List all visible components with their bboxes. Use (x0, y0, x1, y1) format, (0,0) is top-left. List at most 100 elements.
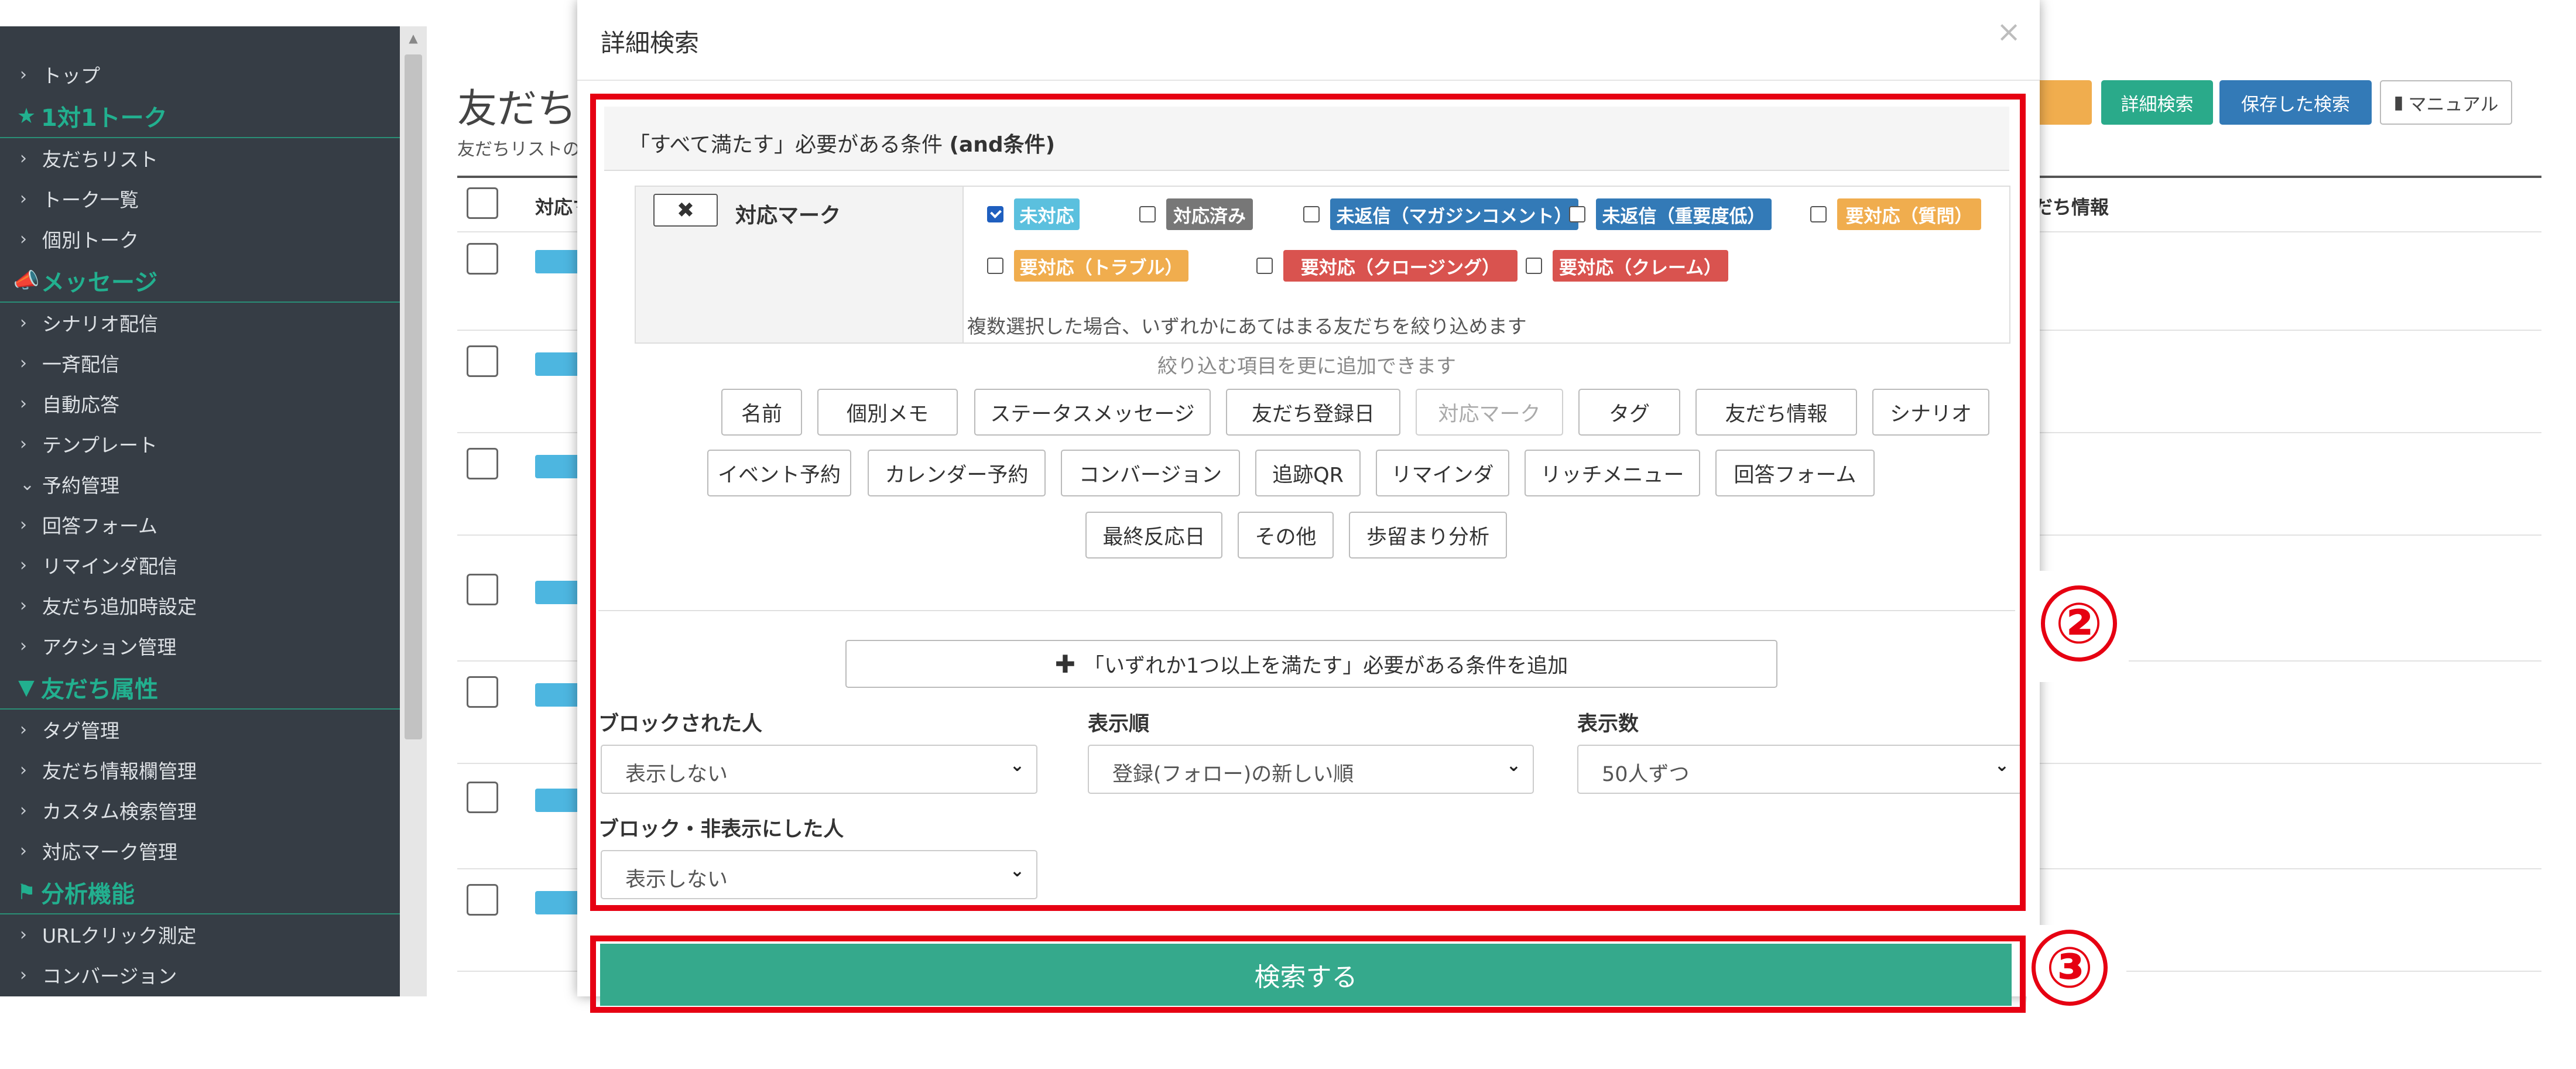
sidebar-item-label: 友だちリスト (42, 148, 158, 171)
sidebar-item-14[interactable]: › アクション管理 (0, 626, 400, 666)
status-badge (535, 789, 582, 812)
row-checkbox[interactable] (467, 884, 498, 916)
sidebar-item-label: コンバージョン (42, 965, 177, 988)
sidebar-item-9[interactable]: › テンプレート (0, 424, 400, 464)
modal-title: 詳細検索 (601, 29, 700, 57)
row-checkbox[interactable] (467, 448, 498, 479)
sidebar-item-label: 自動応答 (42, 393, 119, 416)
sidebar-item-21[interactable]: › URLクリック測定 (0, 914, 400, 954)
highlight-box-3 (590, 936, 2026, 1013)
column-header-friend-info: だち情報 (2034, 196, 2109, 218)
highlight-box-2 (590, 94, 2026, 911)
sidebar-section-15[interactable]: ▼ 友だち属性 (0, 666, 400, 710)
sidebar-item-label: 対応マーク管理 (42, 841, 177, 864)
sidebar-item-13[interactable]: › 友だち追加時設定 (0, 585, 400, 625)
chevron-right-icon: › (20, 595, 27, 616)
sidebar-item-8[interactable]: › 自動応答 (0, 383, 400, 423)
sidebar-section-20[interactable]: ⚑ 分析機能 (0, 871, 400, 914)
chevron-right-icon: › (20, 352, 27, 374)
row-checkbox[interactable] (467, 345, 498, 377)
manual-label: マニュアル (2408, 94, 2499, 115)
sidebar-scrollbar[interactable]: ▲ (400, 26, 427, 996)
sidebar-item-label: 友だち属性 (41, 676, 158, 703)
scroll-up-arrow-icon[interactable]: ▲ (400, 31, 427, 45)
sidebar-item-label: トップ (42, 64, 100, 87)
sidebar-item-2[interactable]: › 友だちリスト (0, 138, 400, 178)
chevron-right-icon: › (20, 393, 27, 414)
select-all-checkbox[interactable] (467, 187, 498, 219)
chevron-right-icon: › (20, 514, 27, 535)
chevron-right-icon: › (20, 924, 27, 945)
marker-2: ② (2041, 585, 2117, 662)
chevron-right-icon: › (20, 800, 27, 821)
flag-icon: ⚑ (16, 880, 36, 904)
sidebar-item-22[interactable]: › コンバージョン (0, 955, 400, 995)
detail-search-button[interactable]: 詳細検索 (2101, 80, 2213, 125)
sidebar-section-5[interactable]: 📣 メッセージ (0, 259, 400, 303)
page-subtitle: 友だちリストの (457, 139, 580, 160)
sidebar-item-label: タグ管理 (42, 719, 119, 742)
status-badge (535, 250, 582, 273)
sidebar-item-4[interactable]: › 個別トーク (0, 219, 400, 259)
sidebar-item-label: リマインダ配信 (42, 555, 177, 578)
chevron-right-icon: › (20, 228, 27, 249)
row-checkbox[interactable] (467, 243, 498, 275)
row-checkbox[interactable] (467, 782, 498, 813)
close-icon[interactable]: × (1996, 15, 2021, 49)
scrollbar-thumb[interactable] (405, 54, 422, 739)
marker-3: ③ (2032, 930, 2108, 1006)
page-title: 友だち (457, 86, 577, 132)
sidebar-item-10[interactable]: ⌄ 予約管理 (0, 464, 400, 504)
manual-button[interactable]: ▮ マニュアル (2380, 80, 2512, 125)
chevron-down-icon: ⌄ (20, 474, 35, 495)
chevron-right-icon: › (20, 312, 27, 333)
sidebar-item-0[interactable]: › トップ (0, 54, 400, 94)
sidebar-section-1[interactable]: ★ 1対1トーク (0, 95, 400, 138)
sidebar-item-6[interactable]: › シナリオ配信 (0, 303, 400, 342)
sidebar-item-label: 友だち情報欄管理 (42, 760, 197, 783)
saved-search-button[interactable]: 保存した検索 (2219, 80, 2372, 125)
status-badge (535, 455, 582, 478)
sidebar-item-label: 分析機能 (41, 881, 135, 908)
chevron-right-icon: › (20, 433, 27, 454)
status-badge (535, 891, 582, 914)
chevron-right-icon: › (20, 840, 27, 861)
page-root: › トップ ★ 1対1トーク › 友だちリスト › トーク一覧 › 個別トーク 📣 メッセージ › シナリ… (0, 0, 2576, 1069)
chevron-right-icon: › (20, 719, 27, 740)
sidebar-item-label: シナリオ配信 (42, 313, 158, 335)
sidebar-item-16[interactable]: › タグ管理 (0, 710, 400, 749)
sidebar-item-label: 1対1トーク (41, 105, 167, 132)
row-checkbox[interactable] (467, 676, 498, 708)
sidebar-item-12[interactable]: › リマインダ配信 (0, 545, 400, 585)
sidebar-item-19[interactable]: › 対応マーク管理 (0, 831, 400, 871)
chevron-right-icon: › (20, 64, 27, 85)
megaphone-icon: 📣 (13, 269, 40, 293)
sidebar-item-label: 回答フォーム (42, 515, 158, 537)
sidebar-item-17[interactable]: › 友だち情報欄管理 (0, 750, 400, 790)
sidebar-item-18[interactable]: › カスタム検索管理 (0, 790, 400, 830)
sidebar-item-label: 個別トーク (42, 229, 139, 252)
sidebar: › トップ ★ 1対1トーク › 友だちリスト › トーク一覧 › 個別トーク 📣 メッセージ › シナリ… (0, 26, 400, 996)
chevron-right-icon: › (20, 635, 27, 656)
sidebar-item-11[interactable]: › 回答フォーム (0, 505, 400, 544)
filter-icon: ▼ (18, 675, 35, 700)
sidebar-item-label: メッセージ (41, 269, 158, 296)
sidebar-item-label: URLクリック測定 (42, 924, 197, 947)
sidebar-item-7[interactable]: › 一斉配信 (0, 343, 400, 383)
chevron-right-icon: › (20, 554, 27, 575)
sidebar-item-label: 一斉配信 (42, 353, 119, 376)
star-icon: ★ (16, 104, 36, 128)
chevron-right-icon: › (20, 188, 27, 209)
modal-header: 詳細検索 × (577, 0, 2040, 81)
row-checkbox[interactable] (467, 574, 498, 605)
chevron-right-icon: › (20, 964, 27, 985)
chevron-right-icon: › (20, 759, 27, 780)
sidebar-item-label: カスタム検索管理 (42, 800, 197, 823)
sidebar-item-3[interactable]: › トーク一覧 (0, 179, 400, 218)
book-icon: ▮ (2393, 92, 2404, 113)
status-badge (535, 581, 582, 604)
sidebar-item-label: トーク一覧 (42, 189, 139, 211)
status-badge (535, 683, 582, 707)
sidebar-item-label: 予約管理 (42, 474, 119, 497)
chevron-right-icon: › (20, 148, 27, 169)
